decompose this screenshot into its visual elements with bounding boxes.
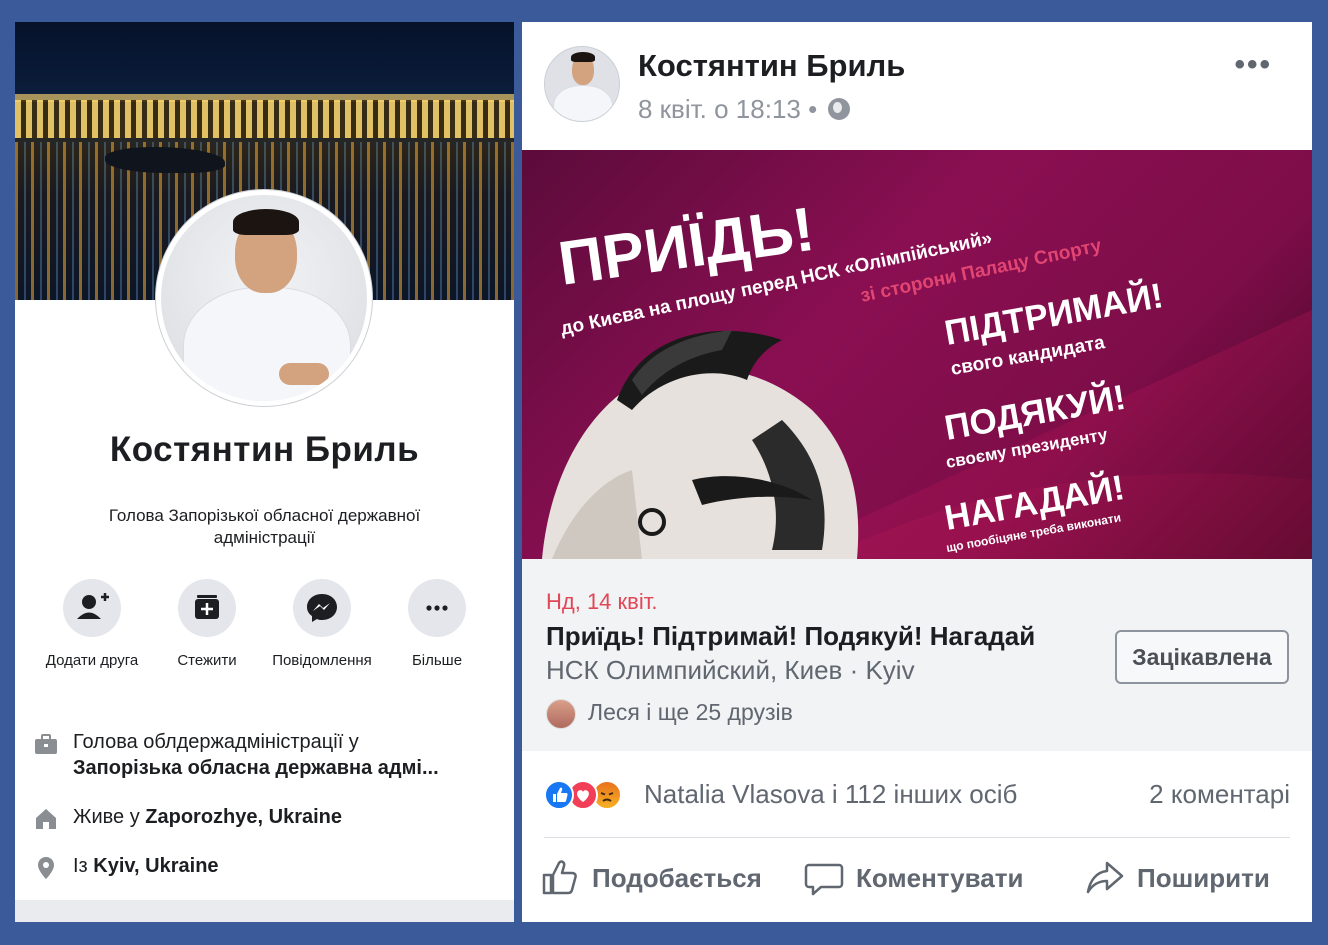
messenger-icon (293, 579, 351, 637)
post-author-name[interactable]: Костянтин Бриль (638, 48, 905, 84)
follow-icon (178, 579, 236, 637)
event-date: Нд, 14 квіт. (546, 589, 658, 614)
info-lives: Живе у Zaporozhye, Ukraine (33, 804, 503, 834)
follow-button[interactable]: Стежити (148, 579, 266, 673)
comment-label: Коментувати (856, 863, 1024, 893)
from-prefix: Із (73, 855, 94, 877)
reactions-bar[interactable]: Natalia Vlasova і 112 інших осіб 2 комен… (544, 778, 1290, 818)
message-button[interactable]: Повідомлення (263, 579, 381, 673)
briefcase-icon (35, 734, 57, 754)
friend-avatar (546, 699, 576, 729)
more-label: Більше (411, 652, 463, 669)
lives-prefix: Живе у (73, 806, 146, 828)
post-time-text: 8 квіт. о 18:13 • (638, 94, 818, 124)
post-action-row: Подобається Коментувати Поширити (522, 857, 1312, 907)
more-icon (408, 579, 466, 637)
share-icon (1086, 861, 1124, 894)
interested-button[interactable]: Зацікавлена (1115, 630, 1289, 684)
profile-name: Костянтин Бриль (109, 430, 420, 469)
globe-icon (828, 98, 851, 120)
more-actions-button[interactable]: Більше (378, 579, 496, 673)
event-card[interactable]: Нд, 14 квіт. Приїдь! Підтримай! Подякуй!… (522, 559, 1312, 751)
cossack-illustration (542, 330, 859, 559)
actions-divider (544, 837, 1290, 838)
bottom-tabs-strip (15, 900, 514, 922)
info-from: Із Kyiv, Ukraine (33, 853, 503, 883)
profile-actions: Додати друга Стежити Повідомлення Більше (33, 579, 498, 699)
event-title[interactable]: Приїдь! Підтримай! Подякуй! Нагадай (546, 621, 1035, 652)
event-banner-image[interactable]: ПРИЇДЬ! до Києва на площу перед НСК «Олі… (522, 150, 1312, 559)
event-place: НСК Олимпийский, Киев · Kyiv (546, 655, 915, 685)
reactions-text[interactable]: Natalia Vlasova і 112 інших осіб (644, 779, 1017, 810)
comment-icon (804, 863, 844, 896)
share-label: Поширити (1137, 863, 1270, 893)
lives-place[interactable]: Zaporozhye, Ukraine (145, 806, 342, 828)
add-friend-button[interactable]: Додати друга (33, 579, 151, 673)
message-label: Повідомлення (272, 652, 372, 669)
info-work: Голова облдержадміністрації у Запорізька… (33, 729, 503, 785)
profile-panel: Костянтин Бриль Голова Запорізької облас… (15, 22, 514, 922)
post-timestamp[interactable]: 8 квіт. о 18:13 • (638, 94, 851, 125)
event-friends[interactable]: Леся і ще 25 друзів (588, 699, 793, 726)
follow-label: Стежити (177, 652, 237, 669)
thumbs-up-icon (542, 860, 577, 895)
comments-count[interactable]: 2 коментарі (1149, 779, 1290, 810)
add-friend-icon (63, 579, 121, 637)
add-friend-label: Додати друга (45, 652, 139, 669)
work-title: Голова облдержадміністрації у (73, 731, 359, 753)
home-icon (36, 809, 56, 829)
profile-avatar[interactable] (156, 190, 372, 406)
like-reaction-icon (544, 780, 574, 810)
post-panel: Костянтин Бриль 8 квіт. о 18:13 • ••• ПР… (522, 22, 1312, 922)
post-author-avatar[interactable] (544, 46, 620, 122)
post-options-button[interactable]: ••• (1234, 48, 1272, 82)
profile-subtitle: Голова Запорізької обласної державної ад… (108, 506, 421, 547)
from-place[interactable]: Kyiv, Ukraine (93, 855, 218, 877)
like-label: Подобається (592, 863, 762, 893)
work-organization[interactable]: Запорізька обласна державна адмі... (73, 755, 493, 781)
location-pin-icon (38, 857, 54, 879)
